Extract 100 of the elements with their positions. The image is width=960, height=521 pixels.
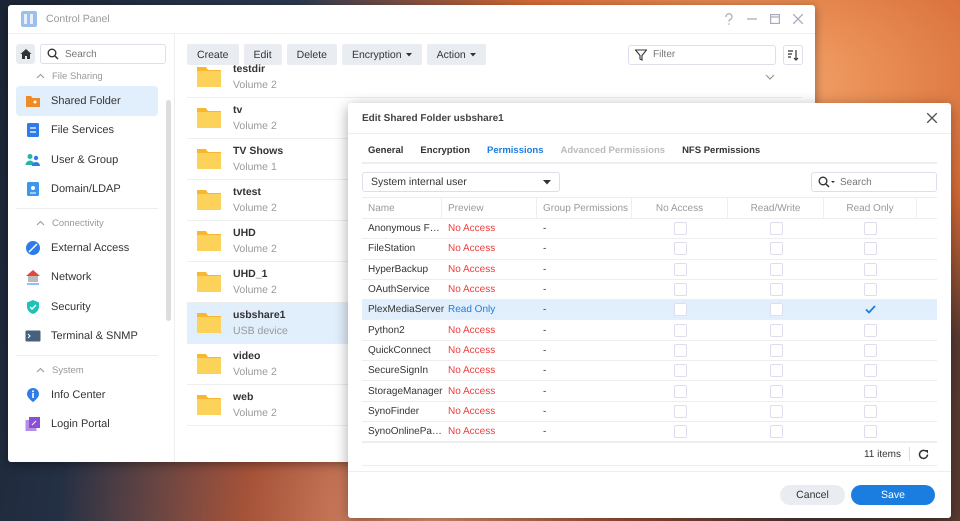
checkbox[interactable] bbox=[864, 425, 877, 438]
sidebar-item[interactable]: User & Group bbox=[16, 145, 158, 174]
folder-location: Volume 2 bbox=[233, 120, 277, 132]
checkbox[interactable] bbox=[864, 384, 877, 398]
table-row[interactable]: SecureSignIn No Access - bbox=[362, 361, 937, 382]
table-cell-text: SynoFinder bbox=[367, 404, 420, 419]
checkbox[interactable] bbox=[674, 262, 686, 276]
checkbox[interactable] bbox=[864, 303, 877, 316]
caret-icon bbox=[543, 180, 551, 184]
toolbar-button[interactable]: Action bbox=[426, 44, 486, 65]
table-cell-text: - bbox=[542, 344, 548, 358]
scrollbar[interactable] bbox=[166, 100, 171, 321]
checkbox[interactable] bbox=[770, 242, 782, 256]
table-row[interactable]: StorageManager No Access - bbox=[362, 381, 937, 402]
tab[interactable]: NFS Permissions bbox=[682, 145, 760, 156]
close-icon[interactable] bbox=[927, 113, 937, 123]
folder-icon bbox=[197, 67, 221, 87]
services-icon bbox=[25, 122, 41, 138]
table-row[interactable]: SynoOnlinePa… No Access - bbox=[362, 422, 937, 442]
table-row[interactable]: SynoFinder No Access - bbox=[362, 402, 937, 422]
checkbox[interactable] bbox=[674, 324, 686, 337]
table-row[interactable]: Python2 No Access - bbox=[362, 320, 937, 341]
folder-location: Volume 2 bbox=[233, 366, 277, 378]
save-button[interactable]: Save bbox=[851, 485, 935, 505]
checkbox[interactable] bbox=[674, 344, 686, 357]
toolbar-button[interactable]: Create bbox=[187, 44, 239, 65]
maximize-icon[interactable] bbox=[770, 14, 780, 24]
search-field[interactable]: Search bbox=[40, 44, 166, 64]
network-icon bbox=[25, 269, 41, 286]
checkbox[interactable] bbox=[770, 384, 782, 398]
sort-button[interactable] bbox=[783, 44, 803, 64]
checkbox[interactable] bbox=[674, 364, 686, 378]
checkbox[interactable] bbox=[770, 344, 782, 357]
tab[interactable]: General bbox=[368, 145, 404, 156]
checkbox[interactable] bbox=[864, 344, 877, 357]
checkbox[interactable] bbox=[864, 404, 877, 418]
table-cell-text: QuickConnect bbox=[367, 344, 432, 358]
sidebar-item[interactable]: Network bbox=[16, 262, 158, 292]
table-cell-text: - bbox=[542, 303, 548, 318]
sidebar-item[interactable]: Login Portal bbox=[16, 410, 158, 439]
checkbox[interactable] bbox=[770, 364, 782, 378]
toolbar-button[interactable]: Edit bbox=[244, 44, 282, 65]
sidebar-item[interactable]: External Access bbox=[16, 233, 158, 262]
security-icon bbox=[25, 298, 41, 315]
search-field[interactable]: Search bbox=[811, 172, 937, 192]
folder-location: Volume 2 bbox=[233, 243, 277, 255]
filter-field[interactable]: Filter bbox=[628, 44, 776, 64]
table-row[interactable]: FileStation No Access - bbox=[362, 239, 937, 260]
cancel-button[interactable]: Cancel bbox=[780, 485, 845, 505]
refresh-icon[interactable] bbox=[918, 448, 929, 460]
chevron-down-icon[interactable] bbox=[765, 74, 775, 80]
checkbox[interactable] bbox=[770, 262, 782, 276]
table-cell-text: No Access bbox=[447, 242, 496, 256]
checkbox[interactable] bbox=[674, 425, 686, 438]
table-cell-text: No Access bbox=[447, 262, 496, 277]
folder-location: Volume 2 bbox=[233, 202, 277, 214]
sidebar-item[interactable]: File Services bbox=[16, 116, 158, 145]
table-row[interactable]: PlexMediaServer Read Only - bbox=[362, 300, 937, 320]
home-icon bbox=[20, 48, 32, 60]
table-row[interactable]: Anonymous F… No Access - bbox=[362, 219, 937, 240]
sidebar-item[interactable]: Shared Folder bbox=[16, 86, 158, 116]
checkbox[interactable] bbox=[674, 283, 686, 296]
search-icon[interactable] bbox=[818, 176, 836, 188]
sidebar-item[interactable]: Info Center bbox=[16, 380, 158, 410]
checkbox[interactable] bbox=[674, 303, 686, 316]
home-button[interactable] bbox=[16, 44, 35, 64]
checkbox[interactable] bbox=[770, 283, 782, 296]
tab[interactable]: Permissions bbox=[487, 145, 544, 156]
table-row[interactable]: QuickConnect No Access - bbox=[362, 340, 937, 362]
checkbox[interactable] bbox=[674, 222, 686, 236]
checkbox[interactable] bbox=[674, 242, 686, 256]
checkbox[interactable] bbox=[864, 242, 877, 256]
checkbox[interactable] bbox=[770, 222, 782, 236]
sidebar-item[interactable]: Domain/LDAP bbox=[16, 174, 158, 204]
help-icon[interactable] bbox=[724, 13, 734, 25]
sort-icon bbox=[787, 48, 799, 60]
user-type-dropdown[interactable]: System internal user bbox=[362, 172, 560, 192]
checkbox[interactable] bbox=[864, 283, 877, 296]
checkbox[interactable] bbox=[864, 364, 877, 378]
filter-icon bbox=[635, 48, 647, 60]
checkbox[interactable] bbox=[864, 324, 877, 337]
checkbox[interactable] bbox=[864, 222, 877, 236]
tab[interactable]: Encryption bbox=[420, 145, 470, 156]
caret-icon bbox=[406, 52, 412, 56]
toolbar-button[interactable]: Encryption bbox=[342, 44, 422, 65]
sidebar-item[interactable]: Terminal & SNMP bbox=[16, 322, 158, 351]
caret-icon bbox=[470, 52, 476, 56]
checkbox[interactable] bbox=[770, 404, 782, 418]
toolbar-button[interactable]: Delete bbox=[286, 44, 337, 65]
folder-name: tvtest bbox=[233, 186, 262, 198]
checkbox[interactable] bbox=[770, 303, 782, 316]
checkbox[interactable] bbox=[674, 404, 686, 418]
table-cell-text: No Access bbox=[447, 283, 496, 298]
table-cell-text: No Access bbox=[447, 404, 496, 419]
sidebar-item[interactable]: Security bbox=[16, 292, 158, 322]
checkbox[interactable] bbox=[770, 425, 782, 438]
table-row[interactable]: HyperBackup No Access - bbox=[362, 260, 937, 280]
checkbox[interactable] bbox=[864, 262, 877, 276]
checkbox[interactable] bbox=[674, 384, 686, 398]
checkbox[interactable] bbox=[770, 324, 782, 337]
